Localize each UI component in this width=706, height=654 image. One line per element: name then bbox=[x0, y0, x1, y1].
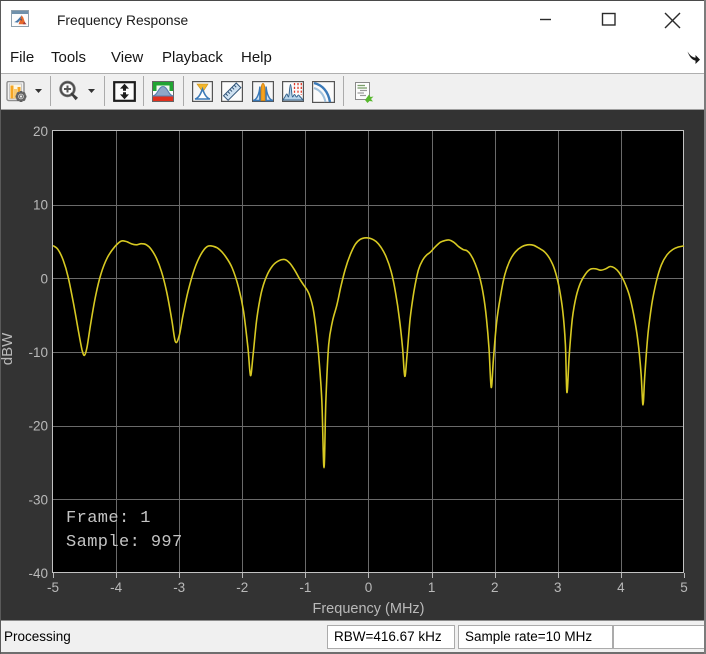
svg-text:-2: -2 bbox=[236, 580, 248, 595]
svg-text:-40: -40 bbox=[28, 566, 48, 581]
svg-text:2: 2 bbox=[491, 580, 499, 595]
svg-text:Frequency (MHz): Frequency (MHz) bbox=[313, 601, 425, 617]
svg-text:dBW: dBW bbox=[0, 332, 16, 365]
svg-text:-30: -30 bbox=[28, 492, 48, 507]
svg-text:4: 4 bbox=[617, 580, 625, 595]
svg-text:-3: -3 bbox=[173, 580, 185, 595]
svg-text:-10: -10 bbox=[28, 345, 48, 360]
svg-text:0: 0 bbox=[40, 271, 48, 286]
svg-text:-1: -1 bbox=[299, 580, 311, 595]
svg-text:-20: -20 bbox=[28, 419, 48, 434]
svg-text:10: 10 bbox=[33, 198, 48, 213]
svg-text:1: 1 bbox=[428, 580, 436, 595]
svg-text:20: 20 bbox=[33, 124, 48, 139]
svg-text:5: 5 bbox=[680, 580, 688, 595]
svg-text:0: 0 bbox=[365, 580, 373, 595]
svg-text:Sample: 997: Sample: 997 bbox=[66, 533, 183, 552]
svg-text:-4: -4 bbox=[110, 580, 122, 595]
svg-text:3: 3 bbox=[554, 580, 562, 595]
svg-text:Frame: 1: Frame: 1 bbox=[66, 509, 151, 528]
svg-text:-5: -5 bbox=[47, 580, 59, 595]
